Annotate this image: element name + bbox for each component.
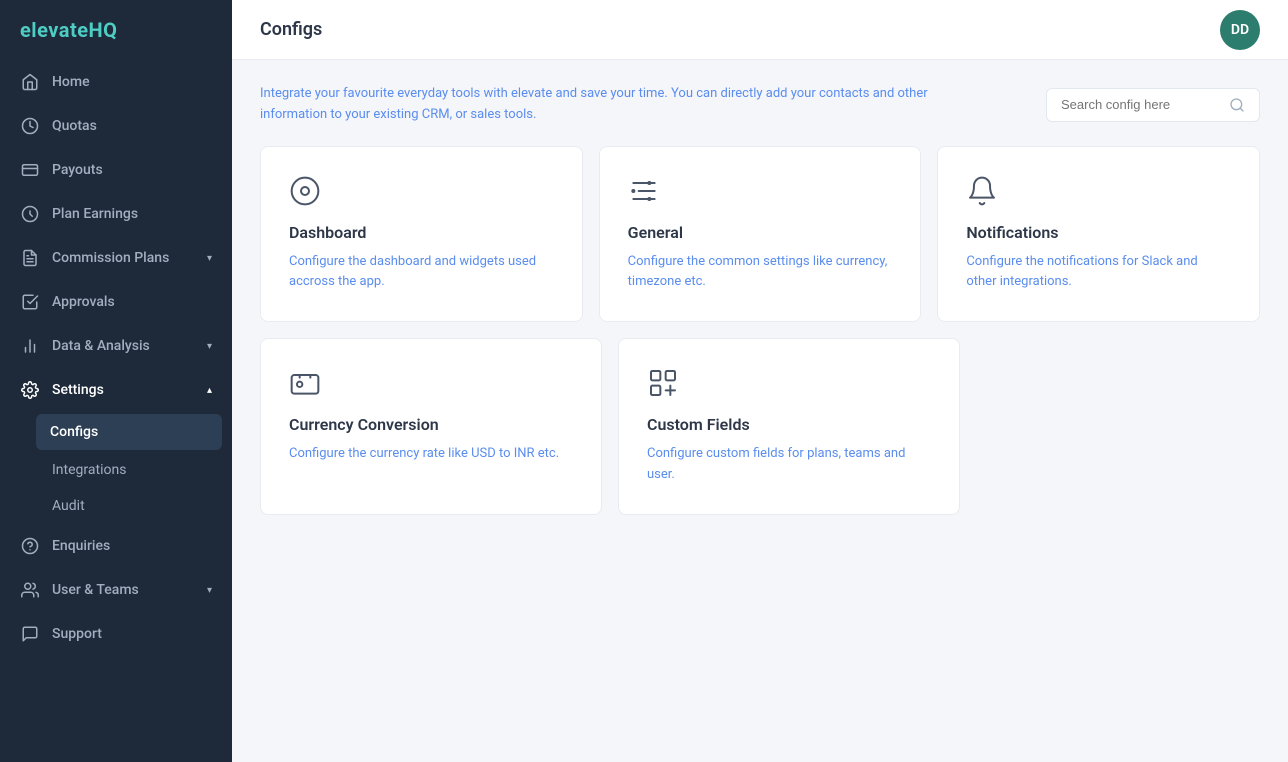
data-icon — [20, 336, 40, 356]
page-header: Configs DD — [232, 0, 1288, 60]
card-title: Custom Fields — [647, 415, 931, 434]
chevron-down-icon: ▾ — [207, 585, 212, 596]
sidebar-item-label: Plan Earnings — [52, 206, 138, 222]
sidebar-item-payouts[interactable]: Payouts — [0, 148, 232, 192]
custom-fields-icon — [647, 367, 931, 399]
sidebar-item-label: Support — [52, 626, 102, 642]
sidebar-sub-item-configs[interactable]: Configs — [36, 414, 222, 450]
card-title: Dashboard — [289, 223, 554, 242]
sidebar-item-label: Payouts — [52, 162, 103, 178]
sidebar-item-plan-earnings[interactable]: Plan Earnings — [0, 192, 232, 236]
sidebar-item-settings[interactable]: Settings ▴ — [0, 368, 232, 412]
card-currency-conversion[interactable]: Currency Conversion Configure the curren… — [260, 338, 602, 515]
sidebar-item-support[interactable]: Support — [0, 612, 232, 656]
chevron-up-icon: ▴ — [207, 385, 212, 396]
card-general[interactable]: General Configure the common settings li… — [599, 146, 922, 323]
plan-earnings-icon — [20, 204, 40, 224]
chevron-down-icon: ▾ — [207, 341, 212, 352]
card-custom-fields[interactable]: Custom Fields Configure custom fields fo… — [618, 338, 960, 515]
sidebar-item-data-analysis[interactable]: Data & Analysis ▾ — [0, 324, 232, 368]
payouts-icon — [20, 160, 40, 180]
logo: elevateHQ — [0, 0, 232, 60]
page-title: Configs — [260, 19, 322, 40]
search-input[interactable] — [1061, 97, 1221, 112]
quotas-icon — [20, 116, 40, 136]
card-dashboard[interactable]: Dashboard Configure the dashboard and wi… — [260, 146, 583, 323]
sidebar-sub-item-integrations[interactable]: Integrations — [0, 452, 232, 488]
sidebar-sub-item-label: Configs — [50, 424, 98, 440]
card-notifications[interactable]: Notifications Configure the notification… — [937, 146, 1260, 323]
card-desc: Configure the common settings like curre… — [628, 252, 893, 294]
card-desc: Configure the currency rate like USD to … — [289, 444, 573, 465]
enquiries-icon — [20, 536, 40, 556]
card-title: Currency Conversion — [289, 415, 573, 434]
sidebar-item-approvals[interactable]: Approvals — [0, 280, 232, 324]
card-title: General — [628, 223, 893, 242]
search-icon — [1229, 97, 1245, 113]
sidebar-item-enquiries[interactable]: Enquiries — [0, 524, 232, 568]
sidebar-sub-item-label: Integrations — [52, 462, 126, 478]
sidebar-item-label: Enquiries — [52, 538, 110, 554]
sidebar-item-label: Home — [52, 74, 90, 90]
card-desc: Configure the dashboard and widgets used… — [289, 252, 554, 294]
page-content: Integrate your favourite everyday tools … — [232, 60, 1288, 762]
cards-row-2: Currency Conversion Configure the curren… — [260, 338, 1260, 515]
approvals-icon — [20, 292, 40, 312]
chevron-down-icon: ▾ — [207, 253, 212, 264]
commission-icon — [20, 248, 40, 268]
cards-row-1: Dashboard Configure the dashboard and wi… — [260, 146, 1260, 323]
cards-grid: Dashboard Configure the dashboard and wi… — [260, 146, 1260, 515]
sidebar-nav: Home Quotas Payouts Plan Earnings — [0, 60, 232, 762]
sidebar: elevateHQ Home Quotas Payouts — [0, 0, 232, 762]
sidebar-sub-item-audit[interactable]: Audit — [0, 488, 232, 524]
sidebar-item-commission-plans[interactable]: Commission Plans ▾ — [0, 236, 232, 280]
user-teams-icon — [20, 580, 40, 600]
settings-icon — [20, 380, 40, 400]
sidebar-item-label: Settings — [52, 382, 104, 398]
sidebar-item-label: Approvals — [52, 294, 115, 310]
main-content: Configs DD Integrate your favourite ever… — [232, 0, 1288, 762]
logo-text-white: elevate — [20, 18, 89, 42]
sidebar-item-home[interactable]: Home — [0, 60, 232, 104]
info-text: Integrate your favourite everyday tools … — [260, 84, 960, 126]
info-bar: Integrate your favourite everyday tools … — [260, 84, 1260, 126]
general-icon — [628, 175, 893, 207]
card-desc: Configure the notifications for Slack an… — [966, 252, 1231, 294]
card-desc: Configure custom fields for plans, teams… — [647, 444, 931, 486]
sidebar-item-quotas[interactable]: Quotas — [0, 104, 232, 148]
home-icon — [20, 72, 40, 92]
sidebar-item-label: Data & Analysis — [52, 338, 150, 354]
dashboard-icon — [289, 175, 554, 207]
sidebar-sub-item-label: Audit — [52, 498, 85, 514]
avatar[interactable]: DD — [1220, 10, 1260, 50]
currency-icon — [289, 367, 573, 399]
search-box[interactable] — [1046, 88, 1260, 122]
logo-text-accent: HQ — [89, 18, 118, 42]
sidebar-item-label: Quotas — [52, 118, 97, 134]
sidebar-item-user-teams[interactable]: User & Teams ▾ — [0, 568, 232, 612]
card-title: Notifications — [966, 223, 1231, 242]
sidebar-item-label: User & Teams — [52, 582, 139, 598]
support-icon — [20, 624, 40, 644]
sidebar-item-label: Commission Plans — [52, 250, 169, 266]
notifications-icon — [966, 175, 1231, 207]
